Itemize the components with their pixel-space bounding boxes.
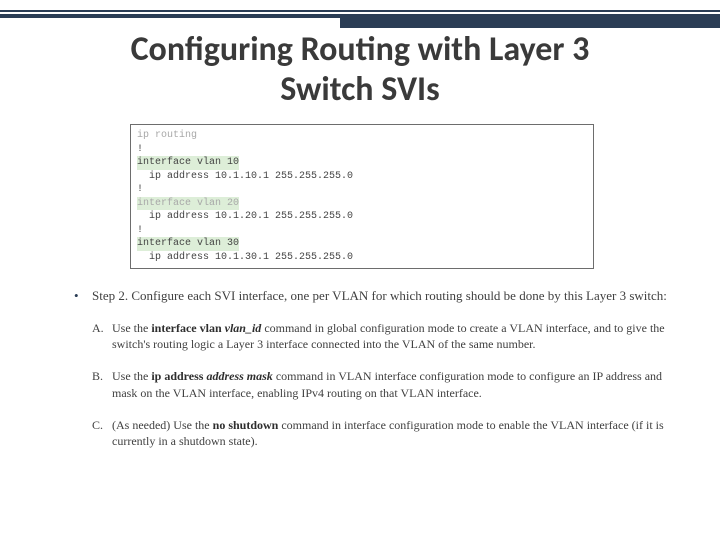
- header-decoration: [0, 10, 720, 30]
- cmd-arg: address mask: [206, 369, 272, 383]
- code-line: !: [137, 183, 587, 197]
- code-line: ip address 10.1.20.1 255.255.255.0: [137, 210, 587, 224]
- cmd-bold: no shutdown: [213, 418, 279, 432]
- slide: Configuring Routing with Layer 3 Switch …: [0, 0, 720, 540]
- substep-c: C. (As needed) Use the no shutdown comma…: [92, 417, 674, 449]
- code-line: interface vlan 20: [137, 197, 587, 211]
- substep-pre: (As needed) Use the: [112, 418, 213, 432]
- code-line: ip routing: [137, 129, 587, 143]
- code-line: !: [137, 143, 587, 157]
- substep-pre: Use the: [112, 321, 151, 335]
- cmd-bold: ip address: [151, 369, 206, 383]
- title-line-1: Configuring Routing with Layer 3: [131, 29, 590, 70]
- code-highlight: interface vlan 30: [137, 237, 239, 251]
- code-highlight: interface vlan 20: [137, 197, 239, 211]
- substep-label: A.: [92, 320, 104, 336]
- step-bullet: Step 2. Configure each SVI interface, on…: [74, 288, 674, 304]
- cmd-bold: interface vlan: [151, 321, 224, 335]
- cmd-arg: vlan_id: [225, 321, 262, 335]
- substep-label: C.: [92, 417, 103, 433]
- title-line-2: Switch SVIs: [280, 69, 439, 110]
- slide-title: Configuring Routing with Layer 3 Switch …: [0, 30, 720, 110]
- config-code-block: ip routing ! interface vlan 10 ip addres…: [130, 124, 594, 269]
- code-line: ip address 10.1.30.1 255.255.255.0: [137, 251, 587, 265]
- code-line: interface vlan 30: [137, 237, 587, 251]
- code-highlight: interface vlan 10: [137, 156, 239, 170]
- code-line: !: [137, 224, 587, 238]
- substep-pre: Use the: [112, 369, 151, 383]
- step-text: Step 2. Configure each SVI interface, on…: [92, 288, 667, 303]
- substep-a: A. Use the interface vlan vlan_id comman…: [92, 320, 674, 352]
- substep-label: B.: [92, 368, 103, 384]
- deco-accent-bar: [340, 16, 720, 28]
- code-line: ip address 10.1.10.1 255.255.255.0: [137, 170, 587, 184]
- body-text: Step 2. Configure each SVI interface, on…: [74, 288, 674, 465]
- code-line: interface vlan 10: [137, 156, 587, 170]
- deco-line-thin: [0, 10, 720, 12]
- substep-b: B. Use the ip address address mask comma…: [92, 368, 674, 400]
